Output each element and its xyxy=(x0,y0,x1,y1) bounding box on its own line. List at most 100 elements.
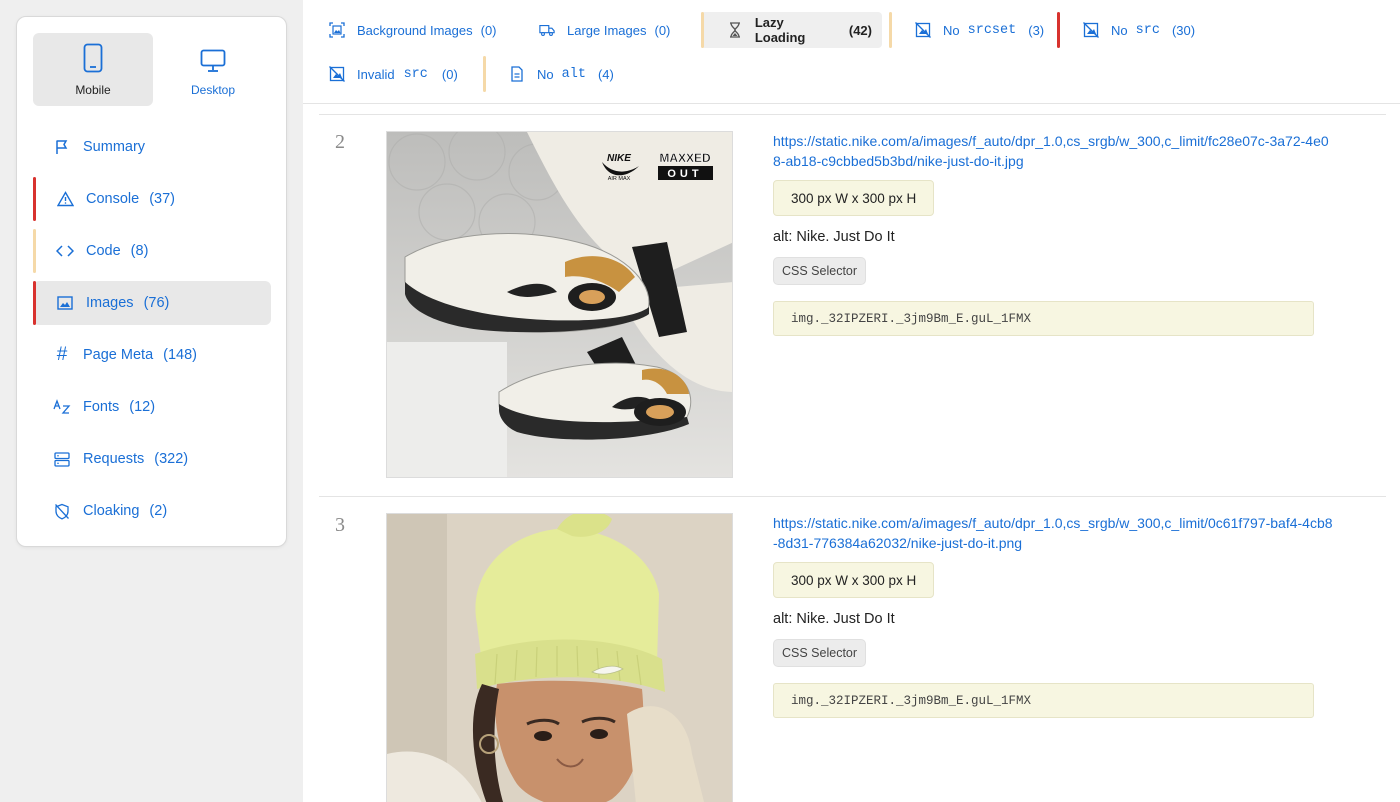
sidebar-item-console[interactable]: Console (37) xyxy=(33,177,271,221)
filter-count: (30) xyxy=(1171,22,1196,38)
image-off-icon xyxy=(329,66,345,82)
filter-label-code: src xyxy=(403,66,428,82)
sidebar-item-fonts[interactable]: Fonts (12) xyxy=(33,385,271,429)
image-url-link[interactable]: https://static.nike.com/a/images/f_auto/… xyxy=(773,131,1333,171)
sidebar-item-count: (12) xyxy=(129,399,156,415)
row-divider xyxy=(319,496,1386,497)
mobile-toggle-button[interactable]: Mobile xyxy=(33,33,153,106)
css-selector-button[interactable]: CSS Selector xyxy=(773,639,867,667)
filter-no-srcset[interactable]: No srcset (3) xyxy=(889,12,1054,48)
warning-indicator-bar xyxy=(889,12,892,48)
sidebar-item-label: Cloaking xyxy=(83,503,140,519)
image-off-icon xyxy=(1083,22,1099,38)
filter-label-code: src xyxy=(1135,22,1160,38)
sidebar-item-label: Fonts xyxy=(83,399,120,415)
filter-no-src[interactable]: No src (30) xyxy=(1057,12,1205,48)
error-indicator-bar xyxy=(33,177,36,221)
filter-large-images[interactable]: Large Images (0) xyxy=(513,12,680,48)
image-thumbnail-sneakers: NIKE AIR MAX MAXXED OUT xyxy=(386,131,733,478)
filter-label: Large Images xyxy=(567,22,647,38)
flag-icon xyxy=(53,138,71,156)
filter-invalid-src[interactable]: Invalid src (0) xyxy=(303,56,468,92)
code-brackets-icon xyxy=(56,242,74,260)
mobile-label: Mobile xyxy=(75,83,111,97)
font-az-icon xyxy=(53,398,71,416)
filter-label: Background Images xyxy=(357,22,473,38)
sidebar-item-cloaking[interactable]: Cloaking (2) xyxy=(33,489,271,533)
sidebar-item-label: Summary xyxy=(83,139,146,155)
filter-label-prefix: No xyxy=(943,22,960,38)
image-row-index: 3 xyxy=(335,514,345,536)
filter-no-alt[interactable]: No alt (4) xyxy=(483,56,624,92)
hourglass-icon xyxy=(727,22,743,38)
image-thumbnail-beanie xyxy=(386,513,733,802)
sidebar-panel: Mobile Desktop Summary Console (37) Code… xyxy=(16,16,287,547)
warning-indicator-bar xyxy=(33,229,36,273)
sidebar-item-label: Images xyxy=(86,295,134,311)
filter-count: (42) xyxy=(848,22,872,38)
image-filter-bar: Background Images (0) Large Images (0) L… xyxy=(303,0,1400,104)
filter-count: (0) xyxy=(654,22,671,38)
sidebar-item-count: (2) xyxy=(149,503,168,519)
sidebar-item-count: (148) xyxy=(163,347,197,363)
filter-count: (3) xyxy=(1028,22,1045,38)
background-image-icon xyxy=(329,22,345,38)
sidebar-item-count: (76) xyxy=(143,295,170,311)
filter-label-code: srcset xyxy=(967,22,1017,38)
out-logo-text: OUT xyxy=(667,168,702,180)
row-divider xyxy=(319,114,1386,115)
image-alt-text: alt: Nike. Just Do It xyxy=(773,229,895,245)
image-icon xyxy=(56,294,74,312)
warning-indicator-bar xyxy=(483,56,486,92)
image-dimensions-badge: 300 px W x 300 px H xyxy=(773,180,935,216)
css-selector-value: img._32IPZERI._3jm9Bm_E.guL_1FMX xyxy=(773,683,1314,718)
main-panel: Background Images (0) Large Images (0) L… xyxy=(303,0,1400,802)
error-indicator-bar xyxy=(33,281,36,325)
sidebar-item-label: Page Meta xyxy=(83,347,154,363)
server-icon xyxy=(53,450,71,468)
css-selector-button[interactable]: CSS Selector xyxy=(773,257,867,285)
warning-triangle-icon xyxy=(56,190,74,208)
device-toggle: Mobile Desktop xyxy=(33,33,273,106)
sneaker-photo: NIKE AIR MAX MAXXED OUT xyxy=(387,132,732,477)
filter-label-prefix: Invalid xyxy=(357,66,395,82)
filter-count: (0) xyxy=(441,66,458,82)
sidebar-item-summary[interactable]: Summary xyxy=(33,125,271,169)
nike-logo-text: NIKE xyxy=(607,153,631,164)
sidebar-item-label: Requests xyxy=(83,451,145,467)
error-indicator-bar xyxy=(1057,12,1060,48)
image-url-link[interactable]: https://static.nike.com/a/images/f_auto/… xyxy=(773,513,1333,553)
image-off-icon xyxy=(915,22,931,38)
document-icon xyxy=(509,66,525,82)
filter-label-prefix: No xyxy=(1111,22,1128,38)
filter-background-images[interactable]: Background Images (0) xyxy=(303,12,507,48)
sidebar-item-label: Code xyxy=(86,243,121,259)
desktop-label: Desktop xyxy=(190,83,236,97)
desktop-monitor-icon xyxy=(200,49,226,72)
shield-off-icon xyxy=(53,502,71,520)
sidebar-item-page-meta[interactable]: # Page Meta (148) xyxy=(33,333,271,377)
sidebar-item-requests[interactable]: Requests (322) xyxy=(33,437,271,481)
filter-label-prefix: No xyxy=(537,66,554,82)
image-row-index: 2 xyxy=(335,131,345,153)
sidebar-item-label: Console xyxy=(86,191,140,207)
maxxed-logo-text: MAXXED xyxy=(659,151,711,165)
beanie-photo xyxy=(387,514,732,802)
sidebar-item-count: (37) xyxy=(149,191,175,207)
sidebar-nav: Summary Console (37) Code (8) Images (76… xyxy=(33,125,271,541)
css-selector-value: img._32IPZERI._3jm9Bm_E.guL_1FMX xyxy=(773,301,1314,336)
airmax-logo-text: AIR MAX xyxy=(608,176,631,182)
sidebar-item-count: (8) xyxy=(130,243,149,259)
filter-label: Lazy Loading xyxy=(754,15,806,45)
sidebar-item-code[interactable]: Code (8) xyxy=(33,229,271,273)
sidebar-item-images[interactable]: Images (76) xyxy=(33,281,271,325)
filter-count: (4) xyxy=(597,66,614,82)
mobile-phone-icon xyxy=(83,43,103,73)
filter-count: (0) xyxy=(480,22,497,38)
hash-icon: # xyxy=(56,344,68,365)
filter-lazy-loading[interactable]: Lazy Loading (42) xyxy=(701,12,882,48)
warning-indicator-bar xyxy=(701,12,704,48)
sidebar-item-count: (322) xyxy=(154,451,189,467)
desktop-toggle-button[interactable]: Desktop xyxy=(153,33,273,106)
filter-label-code: alt xyxy=(561,66,586,82)
